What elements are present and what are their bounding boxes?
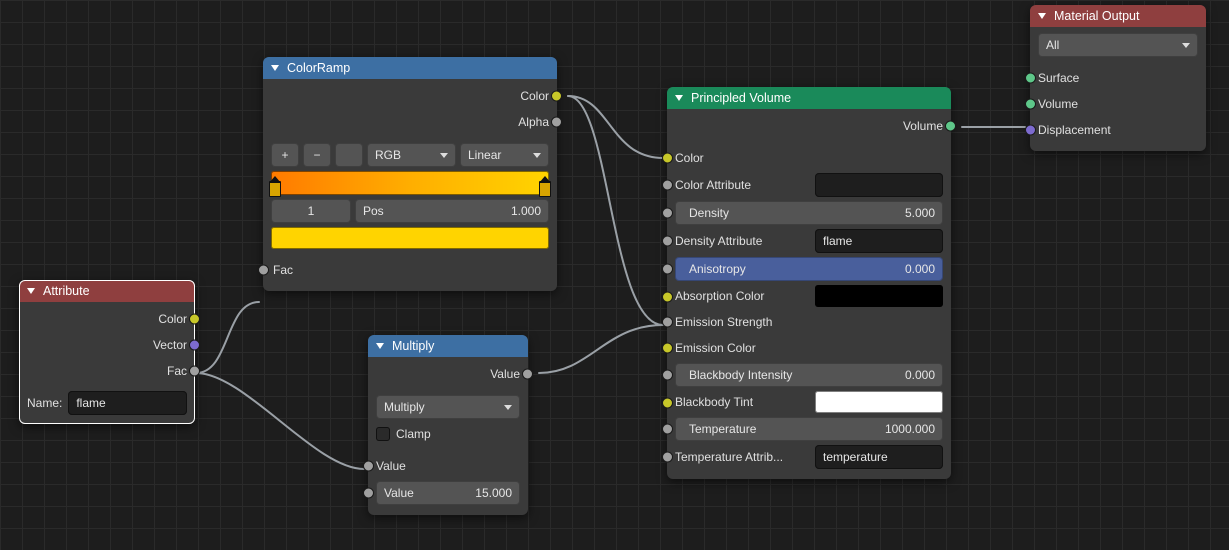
operation-dropdown[interactable]: Multiply [376,395,520,419]
socket-in-anisotropy[interactable] [662,264,673,275]
socket-out-color[interactable] [189,314,200,325]
input-displacement-label: Displacement [1038,123,1111,137]
socket-in-density-attribute[interactable] [662,236,673,247]
socket-in-temperature[interactable] [662,424,673,435]
output-volume-label: Volume [903,119,943,133]
socket-out-alpha[interactable] [551,117,562,128]
input-fac-label: Fac [273,263,293,277]
socket-in-density[interactable] [662,208,673,219]
socket-out-volume[interactable] [945,121,956,132]
chevron-down-icon [533,153,541,158]
socket-in-surface[interactable] [1025,73,1036,84]
node-title: Material Output [1054,9,1139,23]
name-label: Name: [27,396,62,410]
socket-in-emission-strength[interactable] [662,317,673,328]
target-dropdown[interactable]: All [1038,33,1198,57]
node-title: Principled Volume [691,91,791,105]
socket-in-color-attribute[interactable] [662,180,673,191]
input-color-label: Color [675,151,704,165]
color-ramp-gradient[interactable] [271,171,549,195]
socket-out-color[interactable] [551,91,562,102]
ramp-handle-right[interactable] [539,181,551,197]
collapse-icon[interactable] [271,65,279,71]
node-title: ColorRamp [287,61,350,75]
remove-stop-button[interactable]: − [303,143,331,167]
chevron-down-icon [440,153,448,158]
socket-out-fac[interactable] [189,366,200,377]
input-value-a-label: Value [376,459,406,473]
emission-color-label: Emission Color [675,341,756,355]
node-attribute[interactable]: Attribute Color Vector Fac Name: flame [19,280,195,424]
name-field[interactable]: flame [68,391,187,415]
socket-out-vector[interactable] [189,340,200,351]
socket-in-displacement[interactable] [1025,125,1036,136]
interpolation-dropdown[interactable]: Linear [460,143,549,167]
socket-in-blackbody-tint[interactable] [662,398,673,409]
anisotropy-field[interactable]: Anisotropy0.000 [675,257,943,281]
socket-in-volume[interactable] [1025,99,1036,110]
color-attribute-field[interactable] [815,173,943,197]
input-surface-label: Surface [1038,71,1079,85]
socket-in-blackbody-intensity[interactable] [662,370,673,381]
socket-in-emission-color[interactable] [662,343,673,354]
density-field[interactable]: Density5.000 [675,201,943,225]
socket-in-temperature-attribute[interactable] [662,452,673,463]
socket-in-fac[interactable] [258,265,269,276]
node-material-output[interactable]: Material Output All Surface Volume Displ… [1030,5,1206,151]
stop-color-swatch[interactable] [271,227,549,249]
temperature-attribute-field[interactable]: temperature [815,445,943,469]
output-alpha-label: Alpha [518,115,549,129]
node-multiply[interactable]: Multiply Value Multiply Clamp Value Valu… [368,335,528,515]
node-header[interactable]: Principled Volume [667,87,951,109]
stop-menu-button[interactable] [335,143,363,167]
node-colorramp[interactable]: ColorRamp Color Alpha + − RGB Linear 1 P… [263,57,557,291]
socket-in-color[interactable] [662,153,673,164]
output-fac-label: Fac [167,364,187,378]
color-mode-dropdown[interactable]: RGB [367,143,456,167]
ramp-handle-left[interactable] [269,181,281,197]
stop-pos-field[interactable]: Pos1.000 [355,199,549,223]
node-title: Attribute [43,284,90,298]
chevron-down-icon [1182,43,1190,48]
blackbody-tint-label: Blackbody Tint [675,395,815,409]
absorption-color-swatch[interactable] [815,285,943,307]
collapse-icon[interactable] [27,288,35,294]
socket-in-absorption-color[interactable] [662,292,673,303]
clamp-checkbox[interactable]: Clamp [376,423,520,445]
node-header[interactable]: Attribute [19,280,195,302]
node-title: Multiply [392,339,434,353]
temperature-field[interactable]: Temperature1000.000 [675,417,943,441]
checkbox-icon [376,427,390,441]
output-value-label: Value [490,367,520,381]
node-principled-volume[interactable]: Principled Volume Volume Color Color Att… [667,87,951,479]
blackbody-tint-swatch[interactable] [815,391,943,413]
chevron-down-icon [504,405,512,410]
collapse-icon[interactable] [675,95,683,101]
collapse-icon[interactable] [376,343,384,349]
temperature-attribute-label: Temperature Attrib... [675,450,815,464]
node-header[interactable]: Material Output [1030,5,1206,27]
input-volume-label: Volume [1038,97,1078,111]
emission-strength-label: Emission Strength [675,315,772,329]
absorption-color-label: Absorption Color [675,289,815,303]
density-attribute-field[interactable]: flame [815,229,943,253]
node-header[interactable]: Multiply [368,335,528,357]
output-vector-label: Vector [153,338,187,352]
add-stop-button[interactable]: + [271,143,299,167]
socket-in-value-a[interactable] [363,461,374,472]
value-b-field[interactable]: Value15.000 [376,481,520,505]
socket-out-value[interactable] [522,369,533,380]
output-color-label: Color [158,312,187,326]
output-color-label: Color [520,89,549,103]
density-attribute-label: Density Attribute [675,234,815,248]
node-header[interactable]: ColorRamp [263,57,557,79]
socket-in-value-b[interactable] [363,488,374,499]
blackbody-intensity-field[interactable]: Blackbody Intensity0.000 [675,363,943,387]
color-attribute-label: Color Attribute [675,178,815,192]
stop-index-field[interactable]: 1 [271,199,351,223]
collapse-icon[interactable] [1038,13,1046,19]
